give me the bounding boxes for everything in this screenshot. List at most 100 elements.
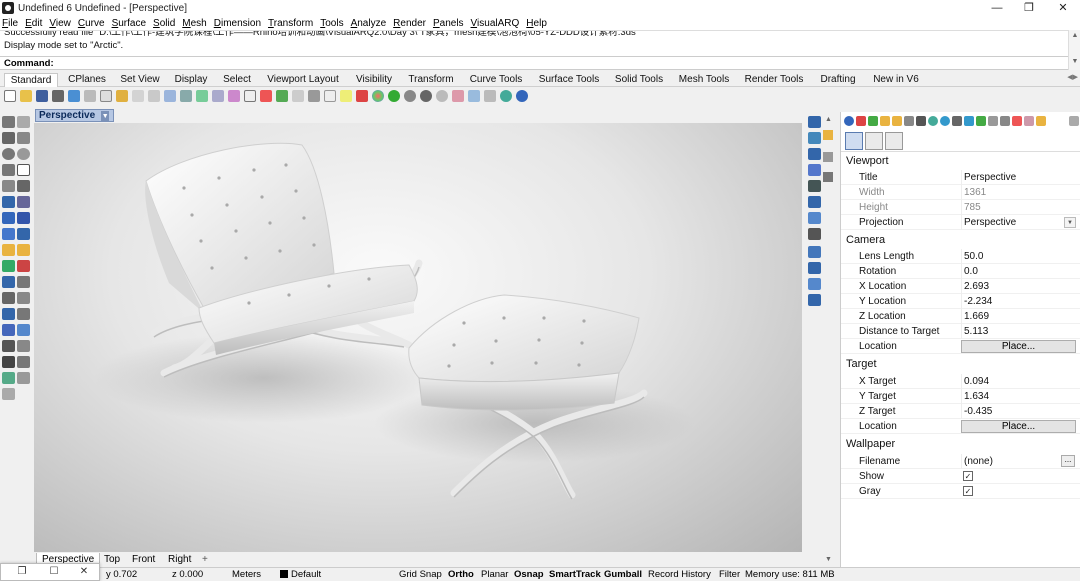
status-units[interactable]: Meters <box>232 569 261 581</box>
bulb-icon[interactable] <box>324 90 336 102</box>
ellipse-icon[interactable] <box>17 148 30 160</box>
tools-icon[interactable] <box>452 90 464 102</box>
tab-transform[interactable]: Transform <box>402 73 460 87</box>
mini-maximize-button[interactable]: ☐ <box>39 566 69 577</box>
viewport-title[interactable]: Perspective ▼ <box>35 109 115 122</box>
status-gumball[interactable]: Gumball <box>604 569 642 581</box>
tab-top[interactable]: Top <box>104 553 120 566</box>
tab-standard[interactable]: Standard <box>4 73 58 87</box>
sphere-render-icon[interactable] <box>404 90 416 102</box>
properties-tab-icon[interactable] <box>844 116 854 126</box>
command-history[interactable]: Successfully read file "D:\工作\工作-建筑学院课程\… <box>0 30 1068 56</box>
solid-box-icon[interactable] <box>808 116 821 128</box>
color-wheel-icon[interactable] <box>372 90 384 102</box>
explode-icon[interactable] <box>2 324 15 336</box>
point-icon[interactable] <box>17 116 30 128</box>
trim-icon[interactable] <box>2 276 15 288</box>
box-icon[interactable] <box>2 212 15 224</box>
help-tab-icon[interactable] <box>880 116 890 126</box>
move-icon[interactable] <box>2 260 15 272</box>
cut-icon[interactable] <box>84 90 96 102</box>
boolean-icon[interactable] <box>808 180 821 192</box>
sun-tab-icon[interactable] <box>928 116 938 126</box>
menu-surface[interactable]: Surface <box>112 18 146 29</box>
help-icon[interactable] <box>516 90 528 102</box>
material-icon[interactable] <box>436 90 448 102</box>
loft-icon[interactable] <box>808 164 821 176</box>
analyze-icon[interactable] <box>2 372 15 384</box>
revolve-icon[interactable] <box>808 196 821 208</box>
scroll-down-icon[interactable]: ▼ <box>825 556 832 563</box>
properties-icon[interactable] <box>388 90 400 102</box>
circle-icon[interactable] <box>2 148 15 160</box>
polygon-icon[interactable] <box>2 180 15 192</box>
array-icon[interactable] <box>2 340 15 352</box>
tab-drafting[interactable]: Drafting <box>812 73 864 87</box>
curve-icon[interactable] <box>17 132 30 144</box>
arc-icon[interactable] <box>2 164 15 176</box>
tab-new-in-v6[interactable]: New in V6 <box>866 73 926 87</box>
cap-icon[interactable] <box>808 212 821 224</box>
status-record-history[interactable]: Record History <box>648 569 711 581</box>
select-arrow-icon[interactable] <box>2 116 15 128</box>
tab-render-tools[interactable]: Render Tools <box>738 73 810 87</box>
tab-mesh-tools[interactable]: Mesh Tools <box>672 73 736 87</box>
textures-icon[interactable] <box>964 116 974 126</box>
sphere-icon[interactable] <box>17 212 30 224</box>
object-properties-icon[interactable] <box>885 132 903 150</box>
target-place-button[interactable]: Place... <box>961 420 1076 433</box>
tab-select[interactable]: Select <box>216 73 258 87</box>
panel-scrollbar[interactable]: ▲ ▼ <box>822 112 836 567</box>
named-views-icon[interactable] <box>892 116 902 126</box>
menu-render[interactable]: Render <box>393 18 426 29</box>
polyline-icon[interactable] <box>2 132 15 144</box>
zoom-window-icon[interactable] <box>196 90 208 102</box>
perspective-viewport[interactable] <box>34 123 802 552</box>
network-icon[interactable] <box>808 246 821 258</box>
menu-help[interactable]: Help <box>526 18 547 29</box>
join-icon[interactable] <box>17 308 30 320</box>
open-file-icon[interactable] <box>20 90 32 102</box>
grid-icon[interactable] <box>17 340 30 352</box>
new-file-icon[interactable] <box>4 90 16 102</box>
browse-button[interactable]: ... <box>1061 455 1075 467</box>
cplane-icon[interactable] <box>260 90 272 102</box>
camera-place-button[interactable]: Place... <box>961 340 1076 353</box>
text-icon[interactable] <box>2 244 15 256</box>
mesh-icon[interactable] <box>2 228 15 240</box>
viewport-properties-icon[interactable] <box>865 132 883 150</box>
restore-button[interactable]: ❐ <box>1012 0 1046 16</box>
status-filter[interactable]: Filter <box>719 569 740 581</box>
menu-curve[interactable]: Curve <box>78 18 105 29</box>
matrix-icon[interactable] <box>2 356 15 368</box>
tab-right[interactable]: Right <box>168 553 191 566</box>
panel-layers-icon[interactable] <box>823 130 833 140</box>
add-viewport-tab-icon[interactable]: + <box>202 553 208 566</box>
group-icon[interactable] <box>17 324 30 336</box>
menu-visualarq[interactable]: VisualARQ <box>471 18 520 29</box>
tab-solid-tools[interactable]: Solid Tools <box>608 73 670 87</box>
camera-properties-icon[interactable] <box>845 132 863 150</box>
edit-surface-icon[interactable] <box>808 294 821 306</box>
menu-tools[interactable]: Tools <box>320 18 343 29</box>
copy-icon[interactable] <box>100 90 112 102</box>
zoom-extents-icon[interactable] <box>212 90 224 102</box>
globe-icon[interactable] <box>500 90 512 102</box>
menu-edit[interactable]: Edit <box>25 18 42 29</box>
mini-close-button[interactable]: ✕ <box>69 566 99 577</box>
rendering-icon[interactable] <box>1000 116 1010 126</box>
dimension-icon[interactable] <box>2 308 15 320</box>
scroll-up-icon[interactable]: ▲ <box>1069 30 1080 42</box>
environment-icon[interactable] <box>940 116 950 126</box>
menu-dimension[interactable]: Dimension <box>214 18 261 29</box>
panel-display-icon[interactable] <box>823 172 833 182</box>
offset-icon[interactable] <box>17 292 30 304</box>
menu-mesh[interactable]: Mesh <box>182 18 206 29</box>
fillet-icon[interactable] <box>2 292 15 304</box>
tab-set-view[interactable]: Set View <box>114 73 166 87</box>
tab-display[interactable]: Display <box>168 73 214 87</box>
lock-icon[interactable] <box>308 90 320 102</box>
split-icon[interactable] <box>17 276 30 288</box>
menu-solid[interactable]: Solid <box>153 18 175 29</box>
tab-curve-tools[interactable]: Curve Tools <box>462 73 530 87</box>
